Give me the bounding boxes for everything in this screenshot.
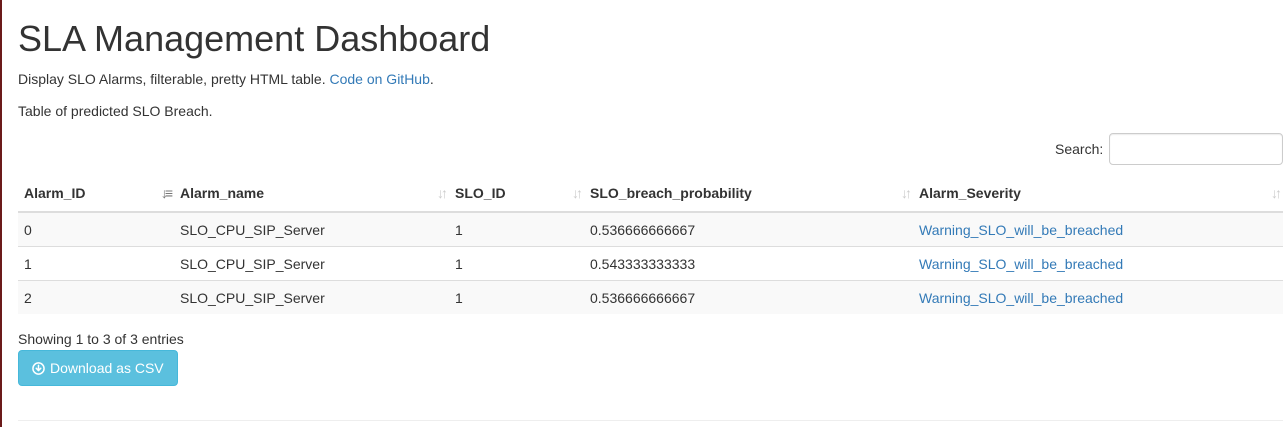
page-description: Display SLO Alarms, filterable, pretty H… — [18, 69, 434, 89]
column-header-label: Alarm_name — [180, 185, 265, 201]
sort-both-icon: ↓↑ — [572, 185, 583, 201]
cell-breach-probability: 0.536666666667 — [584, 280, 913, 314]
column-header-alarm-id[interactable]: Alarm_ID ↓≡ — [18, 175, 174, 213]
cell-breach-probability: 0.536666666667 — [584, 212, 913, 247]
footer-divider — [18, 420, 1283, 421]
cell-alarm-id: 0 — [18, 212, 174, 247]
cell-alarm-name: SLO_CPU_SIP_Server — [174, 246, 449, 281]
description-suffix: . — [429, 71, 434, 87]
column-header-slo-breach-probability[interactable]: SLO_breach_probability ↓↑ — [584, 175, 913, 213]
page-title: SLA Management Dashboard — [18, 18, 491, 59]
column-header-slo-id[interactable]: SLO_ID ↓↑ — [449, 175, 584, 213]
table-row: 0 SLO_CPU_SIP_Server 1 0.536666666667 Wa… — [18, 212, 1283, 247]
cell-slo-id: 1 — [449, 280, 584, 314]
cell-alarm-severity: Warning_SLO_will_be_breached — [913, 212, 1283, 247]
cell-slo-id: 1 — [449, 246, 584, 281]
sort-both-icon: ↓↑ — [1271, 185, 1282, 201]
cell-alarm-severity: Warning_SLO_will_be_breached — [913, 246, 1283, 281]
table-info: Showing 1 to 3 of 3 entries — [18, 331, 184, 347]
sort-both-icon: ↓↑ — [437, 185, 448, 201]
column-header-label: SLO_ID — [455, 185, 506, 201]
download-circle-icon — [32, 361, 45, 375]
cell-alarm-name: SLO_CPU_SIP_Server — [174, 212, 449, 247]
cell-alarm-name: SLO_CPU_SIP_Server — [174, 280, 449, 314]
description-text: Display SLO Alarms, filterable, pretty H… — [18, 71, 330, 87]
column-header-label: Alarm_Severity — [919, 185, 1021, 201]
search-label: Search: — [1055, 141, 1104, 157]
github-link[interactable]: Code on GitHub — [329, 71, 429, 87]
cell-alarm-id: 2 — [18, 280, 174, 314]
table-caption: Table of predicted SLO Breach. — [18, 103, 213, 119]
column-header-label: Alarm_ID — [24, 185, 86, 201]
column-header-label: SLO_breach_probability — [590, 185, 752, 201]
download-csv-label: Download as CSV — [50, 360, 164, 376]
sort-both-icon: ↓↑ — [901, 185, 912, 201]
cell-slo-id: 1 — [449, 212, 584, 247]
cell-breach-probability: 0.543333333333 — [584, 246, 913, 281]
window-edge-strip — [0, 0, 2, 427]
table-row: 1 SLO_CPU_SIP_Server 1 0.543333333333 Wa… — [18, 246, 1283, 281]
cell-alarm-severity: Warning_SLO_will_be_breached — [913, 280, 1283, 314]
search-input[interactable] — [1109, 133, 1283, 165]
table-header-row: Alarm_ID ↓≡ Alarm_name ↓↑ SLO_ID ↓↑ SLO_bre… — [18, 175, 1283, 213]
column-header-alarm-name[interactable]: Alarm_name ↓↑ — [174, 175, 449, 213]
table-row: 2 SLO_CPU_SIP_Server 1 0.536666666667 Wa… — [18, 280, 1283, 314]
cell-alarm-id: 1 — [18, 246, 174, 281]
alarms-table: Alarm_ID ↓≡ Alarm_name ↓↑ SLO_ID ↓↑ SLO_bre… — [18, 175, 1283, 314]
download-csv-button[interactable]: Download as CSV — [18, 350, 178, 386]
column-header-alarm-severity[interactable]: Alarm_Severity ↓↑ — [913, 175, 1283, 213]
search-box: Search: — [1055, 132, 1283, 166]
sort-ascending-icon: ↓≡ — [160, 185, 173, 201]
